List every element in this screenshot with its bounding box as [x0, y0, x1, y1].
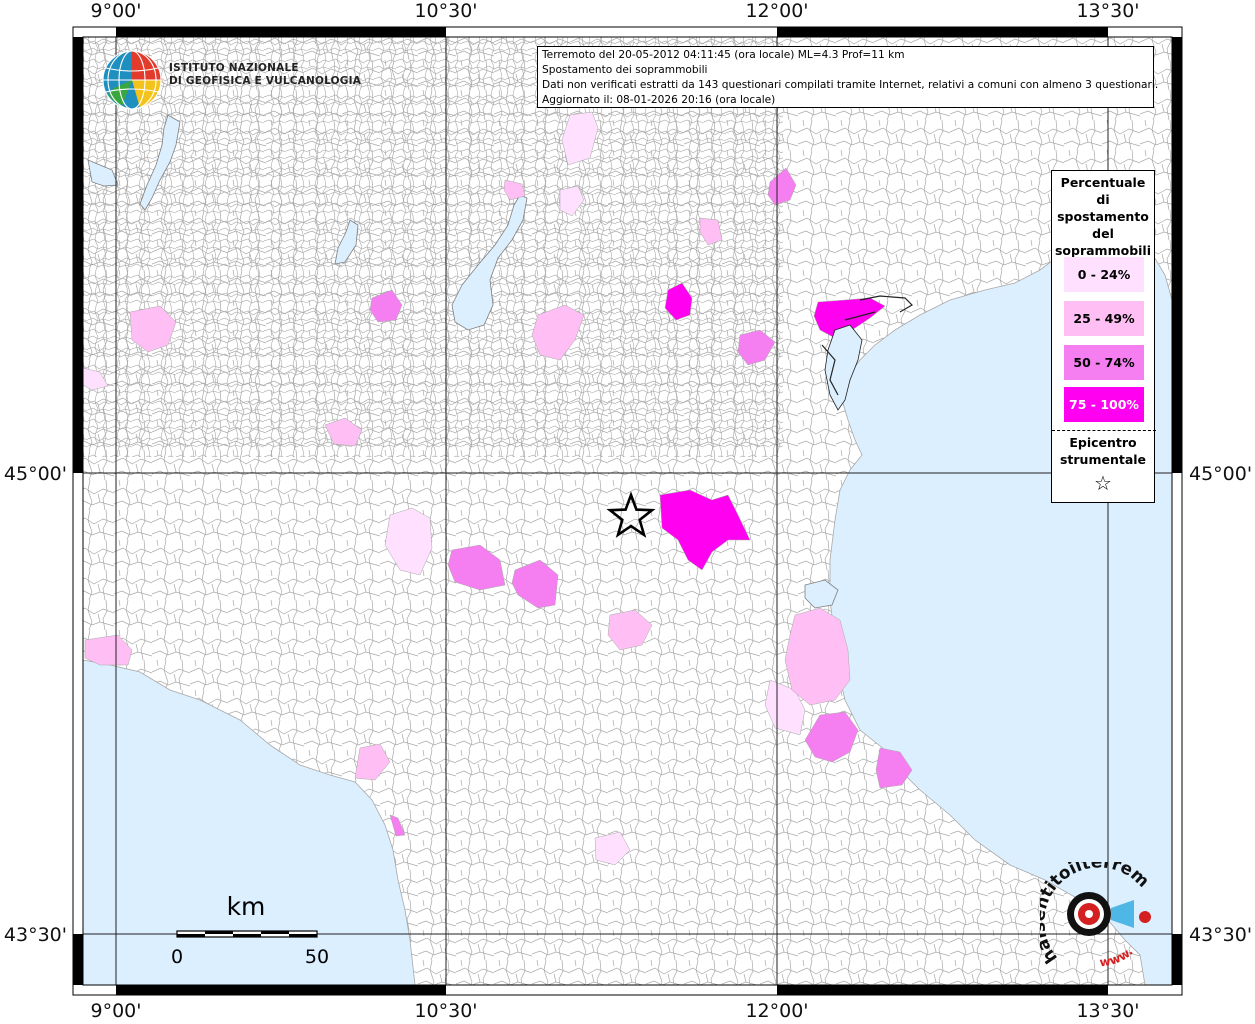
x-bottom-tick: 12°00'	[745, 1000, 808, 1022]
x-bottom-tick: 9°00'	[91, 1000, 142, 1022]
y-left-tick: 43°30'	[4, 924, 67, 946]
x-top-tick: 12°00'	[745, 0, 808, 22]
legend-title: Percentuale di spostamento del soprammob…	[1052, 174, 1154, 259]
event-description: Terremoto del 20-05-2012 04:11:45 (ora l…	[542, 49, 905, 61]
legend-epicenter-label: Epicentro strumentale	[1052, 434, 1154, 468]
legend-title-line: del	[1092, 226, 1114, 241]
institute-line-2: DI GEOFISICA E VULCANOLOGIA	[169, 75, 362, 87]
svg-text:www.: www.	[1099, 944, 1136, 969]
updated-timestamp: Aggiornato il: 08-01-2026 20:16 (ora loc…	[542, 94, 776, 106]
y-left-tick: 45°00'	[4, 463, 67, 485]
legend-epicenter-line: Epicentro	[1069, 435, 1137, 450]
legend-item: 0 - 24%	[1064, 257, 1144, 292]
legend-item: 50 - 74%	[1064, 345, 1144, 380]
scale-start: 0	[171, 946, 183, 968]
legend-item: 25 - 49%	[1064, 301, 1144, 336]
x-top-tick: 9°00'	[91, 0, 142, 22]
x-bottom-tick: 13°30'	[1076, 1000, 1139, 1022]
data-note: Dati non verificati estratti da 143 ques…	[542, 79, 1159, 91]
map-subject: Spostamento dei soprammobili	[542, 64, 708, 76]
legend-epicenter-line: strumentale	[1059, 452, 1147, 467]
legend-item: 75 - 100%	[1064, 387, 1144, 422]
legend-title-line: di	[1096, 192, 1110, 207]
legend: Percentuale di spostamento del soprammob…	[1051, 170, 1156, 503]
x-top-tick: 10°30'	[414, 0, 477, 22]
ingv-globe-icon	[102, 50, 162, 110]
legend-title-line: Percentuale	[1060, 175, 1146, 190]
legend-title-line: spostamento	[1057, 209, 1149, 224]
legend-divider	[1052, 430, 1156, 431]
institute-line-1: ISTITUTO NAZIONALE	[169, 62, 299, 74]
y-right-tick: 43°30'	[1189, 924, 1252, 946]
area-25-49	[784, 607, 851, 706]
logo-www-text: www.	[1099, 944, 1136, 969]
scale-end: 50	[305, 946, 329, 968]
institute-name: ISTITUTO NAZIONALE DI GEOFISICA E VULCAN…	[169, 62, 361, 88]
x-bottom-tick: 10°30'	[414, 1000, 477, 1022]
y-right-tick: 45°00'	[1189, 463, 1252, 485]
map-info-box: Terremoto del 20-05-2012 04:11:45 (ora l…	[537, 46, 1159, 108]
x-top-tick: 13°30'	[1076, 0, 1139, 22]
haisentito-logo: haisentitoilterremoto.it www.	[1040, 862, 1153, 969]
scale-unit: km	[227, 892, 266, 921]
legend-star-icon: ☆	[1094, 471, 1112, 495]
